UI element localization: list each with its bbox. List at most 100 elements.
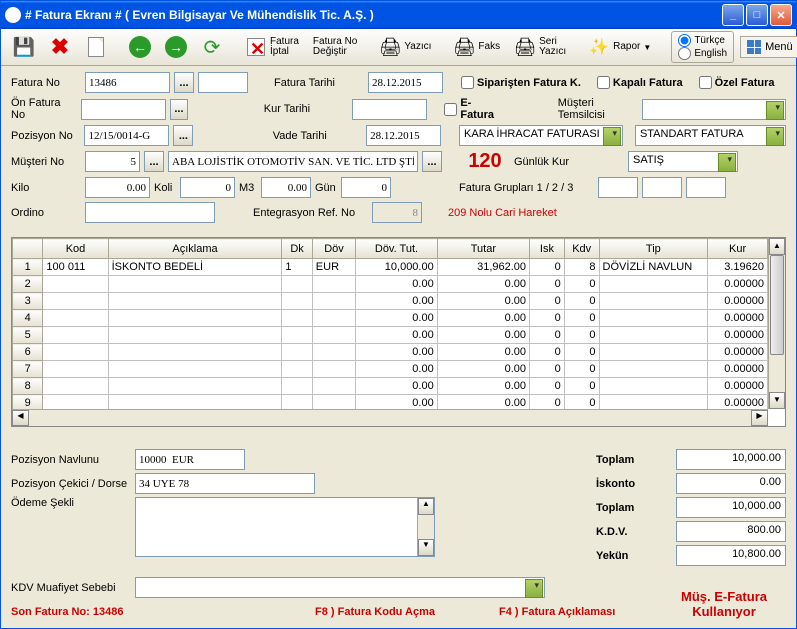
kapali-check[interactable]: Kapalı Fatura xyxy=(597,76,683,89)
fatura-iptal-button[interactable]: Fatura İptal xyxy=(239,32,305,62)
efatura-check[interactable]: E-Fatura xyxy=(444,97,501,121)
pozisyon-no-lookup[interactable]: ... xyxy=(173,125,193,146)
cell[interactable] xyxy=(282,310,312,327)
column-header[interactable]: Döv xyxy=(312,239,355,259)
cell[interactable] xyxy=(312,361,355,378)
cell[interactable] xyxy=(282,378,312,395)
cell[interactable]: 0.00 xyxy=(356,361,437,378)
cell[interactable]: 0 xyxy=(530,361,565,378)
scroll-thumb[interactable] xyxy=(770,255,784,355)
cell[interactable]: 1 xyxy=(282,259,312,276)
cell[interactable]: 0.00 xyxy=(356,378,437,395)
scroll-down-icon[interactable]: ▼ xyxy=(769,392,785,409)
cell[interactable]: 10,000.00 xyxy=(356,259,437,276)
musteri-adi-input[interactable] xyxy=(168,151,418,172)
cell[interactable]: 0.00 xyxy=(437,327,529,344)
ordino-input[interactable] xyxy=(85,202,215,223)
cell[interactable]: 0.00 xyxy=(437,310,529,327)
kdv-muafiyet-select[interactable] xyxy=(135,577,545,598)
maximize-button[interactable]: □ xyxy=(746,4,768,26)
cell[interactable]: 6 xyxy=(13,344,43,361)
refresh-button[interactable]: ⟳ xyxy=(195,32,229,62)
cell[interactable] xyxy=(312,344,355,361)
cell[interactable] xyxy=(312,327,355,344)
cell[interactable] xyxy=(312,378,355,395)
cell[interactable]: 8 xyxy=(13,378,43,395)
column-header[interactable]: Kod xyxy=(43,239,108,259)
cell[interactable] xyxy=(599,310,708,327)
fatura-no-input[interactable] xyxy=(85,72,170,93)
pozisyon-no-input[interactable] xyxy=(84,125,169,146)
cell[interactable] xyxy=(599,378,708,395)
cell[interactable]: 0.00 xyxy=(356,276,437,293)
cell[interactable] xyxy=(108,361,282,378)
cell[interactable]: 0.00 xyxy=(437,344,529,361)
pozisyon-cekici-input[interactable] xyxy=(135,473,315,494)
fatura-tipi-select[interactable]: KARA İHRACAT FATURASI xyxy=(459,125,623,146)
cell[interactable] xyxy=(282,361,312,378)
cell[interactable]: 0.00 xyxy=(437,361,529,378)
cell[interactable]: 0 xyxy=(530,276,565,293)
cell[interactable] xyxy=(108,344,282,361)
column-header[interactable]: Isk xyxy=(530,239,565,259)
cell[interactable] xyxy=(108,310,282,327)
cell[interactable]: 7 xyxy=(13,361,43,378)
cell[interactable]: 0.00 xyxy=(356,293,437,310)
ta-scroll-up[interactable]: ▲ xyxy=(418,498,434,515)
kur-tarihi-input[interactable] xyxy=(352,99,427,120)
cell[interactable]: 5 xyxy=(13,327,43,344)
next-button[interactable]: → xyxy=(159,32,193,62)
column-header[interactable] xyxy=(13,239,43,259)
cell[interactable] xyxy=(599,327,708,344)
cell[interactable]: 0.00000 xyxy=(708,327,768,344)
cell[interactable] xyxy=(43,361,108,378)
cell[interactable]: 0.00000 xyxy=(708,293,768,310)
siparisten-check[interactable]: Siparişten Fatura K. xyxy=(461,76,581,89)
cell[interactable]: 0 xyxy=(564,327,599,344)
cell[interactable]: 0.00 xyxy=(437,378,529,395)
table-row[interactable]: 20.000.00000.00000 xyxy=(13,276,768,293)
table-row[interactable]: 50.000.00000.00000 xyxy=(13,327,768,344)
cell[interactable] xyxy=(43,344,108,361)
cell[interactable]: 3.19620 xyxy=(708,259,768,276)
ta-scroll-down[interactable]: ▼ xyxy=(418,539,434,556)
cell[interactable] xyxy=(312,276,355,293)
lang-english[interactable]: English xyxy=(678,47,727,60)
seri-yazici-button[interactable]: 🖨Seri Yazıcı xyxy=(508,32,572,62)
scroll-up-icon[interactable]: ▲ xyxy=(769,238,785,255)
cell[interactable] xyxy=(43,310,108,327)
cell[interactable]: 0 xyxy=(530,344,565,361)
faks-button[interactable]: 🖨Faks xyxy=(447,32,506,62)
cell[interactable]: 4 xyxy=(13,310,43,327)
cell[interactable]: 0.00000 xyxy=(708,276,768,293)
cell[interactable] xyxy=(108,276,282,293)
cell[interactable]: EUR xyxy=(312,259,355,276)
cell[interactable]: 0.00000 xyxy=(708,310,768,327)
table-row[interactable]: 60.000.00000.00000 xyxy=(13,344,768,361)
minimize-button[interactable]: _ xyxy=(722,4,744,26)
cell[interactable] xyxy=(43,378,108,395)
column-header[interactable]: Açıklama xyxy=(108,239,282,259)
save-button[interactable]: 💾 xyxy=(7,32,41,62)
cell[interactable]: 0 xyxy=(564,276,599,293)
table-row[interactable]: 30.000.00000.00000 xyxy=(13,293,768,310)
table-row[interactable]: 80.000.00000.00000 xyxy=(13,378,768,395)
column-header[interactable]: Dk xyxy=(282,239,312,259)
cell[interactable]: İSKONTO BEDELİ xyxy=(108,259,282,276)
musteri-no-input[interactable] xyxy=(85,151,140,172)
ozel-check[interactable]: Özel Fatura xyxy=(699,76,775,89)
cell[interactable] xyxy=(282,293,312,310)
m3-input[interactable] xyxy=(261,177,311,198)
vertical-scrollbar[interactable]: ▲ ▼ xyxy=(768,238,785,409)
cell[interactable]: 0 xyxy=(564,293,599,310)
gun-input[interactable] xyxy=(341,177,391,198)
cell[interactable] xyxy=(108,327,282,344)
cell[interactable]: 2 xyxy=(13,276,43,293)
new-button[interactable] xyxy=(79,32,113,62)
column-header[interactable]: Kur xyxy=(708,239,768,259)
column-header[interactable]: Döv. Tut. xyxy=(356,239,437,259)
yazici-button[interactable]: 🖨Yazıcı xyxy=(373,32,437,62)
cell[interactable] xyxy=(282,276,312,293)
on-fatura-input[interactable] xyxy=(81,99,166,120)
fatura-no-degistir-button[interactable]: Fatura No Değiştir xyxy=(307,33,363,61)
